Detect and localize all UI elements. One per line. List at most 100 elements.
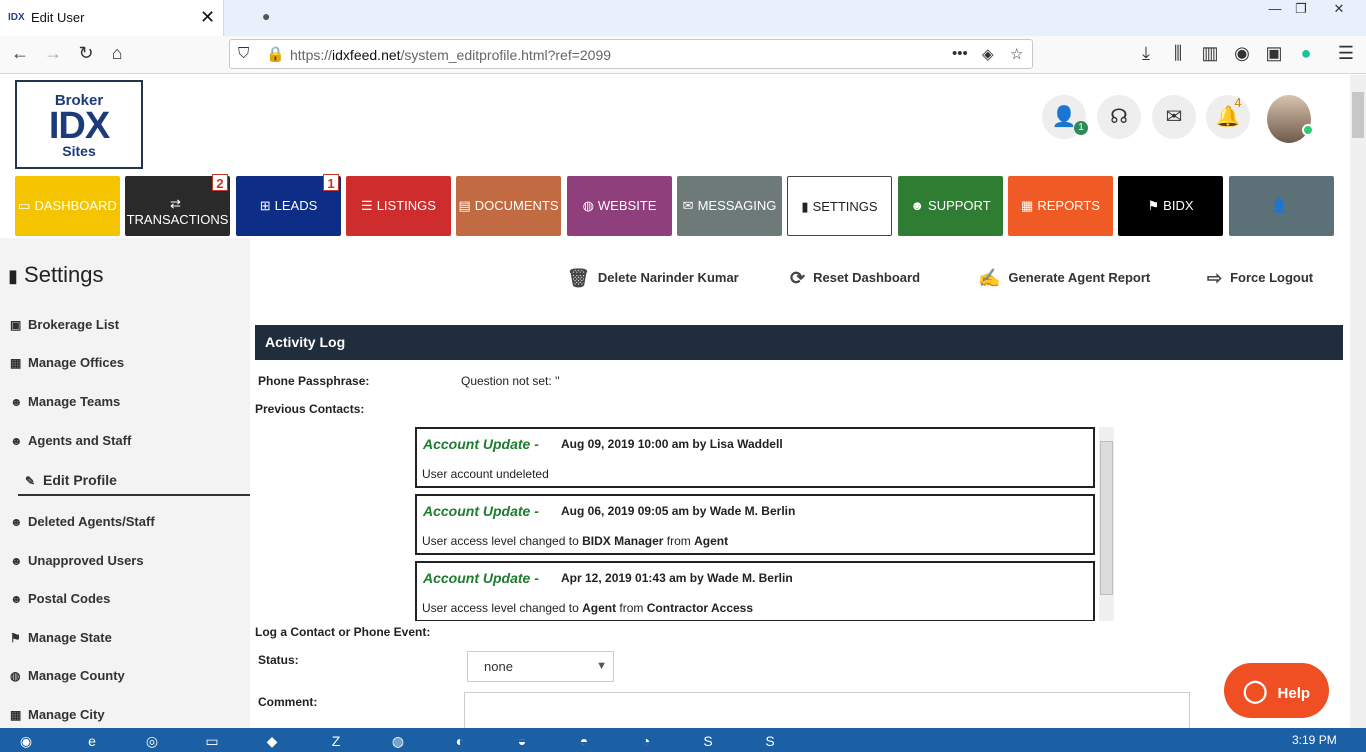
sidebar-item-edit-profile[interactable]: ✎ Edit Profile	[25, 472, 117, 488]
menu-reports[interactable]: ▦ REPORTS	[1008, 176, 1113, 236]
menu-icon[interactable]: ☰	[1334, 43, 1358, 64]
firefox-icon[interactable]: ◐	[434, 730, 486, 752]
vscode-icon[interactable]: ◆	[246, 730, 298, 752]
more-actions-icon[interactable]: •••	[952, 45, 968, 62]
pocket-icon[interactable]: ◈	[982, 45, 994, 63]
page-scrollbar[interactable]	[1350, 75, 1366, 728]
library-icon[interactable]: ⫼	[1166, 43, 1190, 64]
shield-icon[interactable]: ⛉	[238, 45, 249, 62]
help-button[interactable]: ◯ Help	[1224, 663, 1329, 718]
status-select[interactable]: none ▼	[467, 651, 614, 682]
lock-icon[interactable]: 🔒	[266, 45, 285, 63]
briefcase-icon: ▣	[10, 318, 22, 332]
pencil-icon: ✎	[25, 474, 36, 488]
app-icon[interactable]: S	[744, 730, 796, 752]
envelope-icon: ✉	[682, 198, 694, 213]
app-icon[interactable]: ◔	[620, 730, 672, 752]
scrollbar-thumb[interactable]	[1100, 441, 1113, 595]
back-icon[interactable]: ←	[8, 43, 32, 64]
entry-kind: Account Update -	[423, 436, 539, 452]
folder-icon[interactable]: ▭	[186, 730, 238, 752]
active-underline	[18, 494, 250, 496]
globe-icon: ◍	[582, 198, 594, 213]
mail-icon[interactable]: ✉	[1152, 95, 1196, 139]
list-item: Account Update - Aug 06, 2019 09:05 am b…	[415, 494, 1095, 555]
window-close-icon[interactable]: ✕	[1322, 0, 1356, 22]
chrome-icon[interactable]: ◍	[372, 730, 424, 752]
filezilla-icon[interactable]: Z	[310, 730, 362, 752]
start-icon[interactable]: ◉	[0, 730, 52, 752]
bookmark-star-icon[interactable]: ☆	[1010, 45, 1023, 63]
contacts-list[interactable]: Account Update - Aug 09, 2019 10:00 am b…	[415, 427, 1115, 621]
menu-website[interactable]: ◍ WEBSITE	[567, 176, 672, 236]
user-times-icon: ☻	[10, 515, 23, 529]
new-tab-icon[interactable]: ●	[262, 8, 270, 24]
menu-leads[interactable]: ⊞ LEADS 1	[236, 174, 341, 236]
sidebar-icon[interactable]: ▥	[1198, 43, 1222, 64]
generate-report-button[interactable]: ✍ Generate Agent Report	[978, 268, 1150, 289]
forward-icon[interactable]: →	[41, 43, 65, 64]
grammarly-icon[interactable]: ●	[1294, 43, 1318, 64]
skype-icon[interactable]: S	[682, 730, 734, 752]
menu-support[interactable]: ☻ SUPPORT	[898, 176, 1003, 236]
page-content: Broker IDX Sites 👤 1 ☊ ✉ 🔔 4 ▭ DASHBOARD …	[0, 75, 1350, 728]
delete-user-button[interactable]: 🗑 Delete Narinder Kumar	[567, 268, 739, 289]
sidebar-item-unapproved-users[interactable]: ☻ Unapproved Users	[10, 553, 144, 568]
app-icon[interactable]: ◒	[496, 730, 548, 752]
activity-log-header: Activity Log	[255, 325, 1343, 360]
app-icon[interactable]: ◓	[558, 730, 610, 752]
globe-icon: ◍	[10, 669, 21, 683]
menu-settings[interactable]: ▮ SETTINGS	[787, 176, 892, 236]
briefcase-icon: ▤	[458, 198, 471, 213]
url-text[interactable]: https://idxfeed.net/system_editprofile.h…	[290, 47, 611, 63]
page-scrollbar-thumb[interactable]	[1352, 92, 1364, 138]
logo[interactable]: Broker IDX Sites	[15, 80, 143, 169]
entry-message: User access level changed to Agent from …	[422, 601, 754, 615]
entry-kind: Account Update -	[423, 503, 539, 519]
menu-subscribers[interactable]: 👤SUBSCRIBERS	[1229, 176, 1334, 273]
clipboard-icon: ▮	[8, 266, 18, 286]
ie-icon[interactable]: e	[66, 730, 118, 752]
flag-icon: ⚑	[1147, 198, 1160, 213]
reset-dashboard-button[interactable]: ⟳ Reset Dashboard	[790, 268, 920, 289]
sidebar-item-deleted-agents[interactable]: ☻ Deleted Agents/Staff	[10, 514, 155, 529]
logo-idx: IDX	[48, 105, 110, 147]
sidebar-item-postal-codes[interactable]: ☻ Postal Codes	[10, 591, 110, 606]
close-tab-icon[interactable]: ✕	[200, 7, 215, 28]
download-icon[interactable]: ⤓	[1134, 43, 1158, 64]
menu-dashboard[interactable]: ▭ DASHBOARD	[15, 176, 120, 236]
account-icon[interactable]: ◉	[1230, 43, 1254, 64]
trash-icon: 🗑	[567, 268, 590, 288]
sidebar-item-brokerage-list[interactable]: ▣ Brokerage List	[10, 317, 119, 332]
clock: 3:19 PM	[1292, 733, 1337, 747]
sidebar-item-manage-teams[interactable]: ☻ Manage Teams	[10, 394, 120, 409]
taskbar: ◉ e ◎ ▭ ◆ Z ◍ ◐ ◒ ◓ ◔ S S 3:19 PM	[0, 728, 1366, 752]
sidebar-item-agents-staff[interactable]: ☻ Agents and Staff	[10, 433, 131, 448]
sidebar-item-manage-city[interactable]: ▦ Manage City	[10, 707, 105, 722]
menu-bidx[interactable]: ⚑ BIDX	[1118, 176, 1223, 236]
menu-documents[interactable]: ▤ DOCUMENTS	[456, 176, 561, 236]
sidebar-item-manage-state[interactable]: ⚑ Manage State	[10, 630, 112, 645]
restore-icon[interactable]: ❐	[1284, 0, 1318, 22]
menu-listings[interactable]: ☰ LISTINGS	[346, 176, 451, 236]
extension-icon[interactable]: ▣	[1262, 43, 1286, 64]
comment-input[interactable]	[464, 692, 1190, 728]
home-icon[interactable]: ⌂	[105, 43, 129, 64]
log-contact-label: Log a Contact or Phone Event:	[255, 625, 431, 639]
menu-messaging[interactable]: ✉ MESSAGING	[677, 176, 782, 236]
city-icon: ▦	[10, 708, 22, 722]
contacts-scrollbar[interactable]	[1099, 427, 1114, 621]
clipboard-icon: ▮	[801, 199, 809, 214]
user-avatar[interactable]	[1267, 95, 1311, 143]
browser-tab[interactable]: IDX Edit User ✕	[0, 0, 224, 36]
menu-transactions[interactable]: ⇄ TRANSACTIONS 2	[125, 174, 230, 236]
app-icon[interactable]: ◎	[126, 730, 178, 752]
entry-message: User access level changed to BIDX Manage…	[422, 534, 729, 548]
reload-icon[interactable]: ↻	[74, 43, 98, 64]
url-bar[interactable]: ⛉ 🔒 https://idxfeed.net/system_editprofi…	[229, 39, 1033, 69]
swap-icon: ⇄	[170, 196, 181, 211]
sidebar-item-manage-offices[interactable]: ▦ Manage Offices	[10, 355, 124, 370]
sidebar-item-manage-county[interactable]: ◍ Manage County	[10, 668, 125, 683]
headset-icon[interactable]: ☊	[1097, 95, 1141, 139]
force-logout-button[interactable]: ⇨ Force Logout	[1207, 268, 1313, 289]
